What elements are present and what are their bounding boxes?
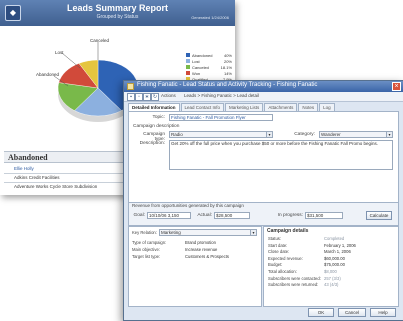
goal-label: Goal: [133,213,145,218]
legend-label: Lost [192,58,200,64]
detail-label: Status: [268,236,282,241]
actions-menu[interactable]: Actions [161,93,176,98]
detail-panel: Topic: Fishing Fanatic - Fall Promotion … [128,111,399,203]
legend-swatch [186,59,190,63]
list-item-value: Increase revenue [185,247,218,252]
pie-label-canceled: Canceled [90,38,110,43]
in-progress-field[interactable]: $31,500 [305,212,343,219]
legend-item: Won 14% [186,70,232,76]
detail-value: $60,000.00 [324,255,345,261]
dialog-toolbar: ▪ ▫ ∗ ↻ Actions Leads > Fishing Fanatic … [124,92,403,102]
topic-label: Topic: [152,115,165,120]
detail-label: Expected revenue: [268,255,303,261]
legend-value: 18.1% [220,64,232,70]
campaign-type-select[interactable]: Radio ▾ [169,131,273,138]
legend-value: 20% [223,58,232,64]
key-relation-label: Key Relation: [132,230,157,235]
cancel-button[interactable]: Cancel [338,308,366,317]
in-progress-label: In progress: [277,213,303,218]
dialog-tabs: Detailed Information Lead Contact Info M… [128,103,336,111]
key-relation-select[interactable]: Marketing ▾ [159,229,257,236]
chevron-down-icon: ▾ [266,132,272,137]
legend-label: Abandoned [192,52,213,58]
close-button[interactable]: × [392,82,401,91]
chevron-down-icon: ▾ [250,230,256,235]
detail-value: 43 (4/3) [324,282,339,288]
description-textarea[interactable]: Get 20% off the full price when you purc… [169,140,393,170]
key-relation-section: Key Relation: Marketing ▾ Type of campai… [128,226,262,307]
detail-value: March 1, 2006 [324,249,351,255]
pie-legend: Abandoned 40% Lost 20% Canceled 18.1% Won 14% Qu… [186,52,232,82]
pie-label-abandoned: Abandoned [36,72,60,77]
report-line-2: Adkins Credit Facilities [14,175,60,180]
detail-label: Subscribers were returned: [268,282,319,288]
attach-icon[interactable]: ∗ [143,93,151,101]
detail-label: Start date: [268,242,288,248]
legend-value: 14% [223,70,232,76]
legend-label: Canceled [192,64,209,70]
legend-swatch [186,65,190,69]
detail-value: $8,000 [324,269,337,274]
report-header-link[interactable]: Generated 1/24/2006 [191,15,229,20]
print-icon[interactable]: ▫ [135,93,143,101]
tab-lead-contact[interactable]: Lead Contact Info [180,103,225,111]
goal-field[interactable]: 10/10/06 3,150 [147,212,191,219]
toolbar-path: Leads > Fishing Fanatic > Lead detail [184,93,260,98]
detail-label: Close date: [268,249,290,255]
list-item-value: Customers & Prospects [185,254,229,259]
calculate-button[interactable]: Calculate [366,211,392,220]
refresh-icon[interactable]: ↻ [151,93,159,101]
campaign-details-section: Campaign details Status: Completed Start d… [263,226,399,307]
key-relation-value: Marketing [161,230,181,235]
report-header: ◆ Leads Summary Report Grouped by Status… [0,0,235,26]
revenue-group-title: Revenue from opportunities generated by … [132,203,244,208]
topic-field[interactable]: Fishing Fanatic - Fall Promotion Flyer [169,114,273,121]
report-line-1[interactable]: Ellie Holly [14,166,34,171]
category-select[interactable]: Wanderer ▾ [319,131,393,138]
category-label: Category: [294,132,315,137]
actual-field[interactable]: $28,500 [214,212,250,219]
campaign-details-heading: Campaign details [267,228,309,234]
detail-value: 257 (3/3) [324,275,341,281]
detail-label: Subscribers were contacted: [268,275,321,281]
tab-marketing-lists[interactable]: Marketing Lists [225,103,264,111]
actual-label: Actual: [197,213,212,218]
pie-label-lost: Lost [55,50,64,55]
chevron-down-icon: ▾ [386,132,392,137]
legend-swatch [186,71,190,75]
description-label: Description: [139,141,165,146]
revenue-group: Revenue from opportunities generated by … [128,202,399,226]
legend-item: Lost 20% [186,58,232,64]
legend-value: 40% [223,52,232,58]
legend-swatch [186,53,190,57]
dialog-title: Fishing Fanatic - Lead Status and Activi… [137,82,318,88]
list-item-value: Brand promotion [185,240,216,245]
list-item-label: Target list type: [132,254,161,259]
dialog-titlebar[interactable]: Fishing Fanatic - Lead Status and Activi… [124,81,403,92]
campaign-description-label: Campaign description [133,124,180,129]
tab-notes[interactable]: Notes [298,103,319,111]
detail-label: Total allocation: [268,269,297,274]
legend-label: Won [192,70,201,76]
detail-value: February 1, 2006 [324,242,356,248]
detail-value: $75,000.00 [324,262,345,268]
legend-item: Canceled 18.1% [186,64,232,70]
help-button[interactable]: Help [370,308,396,317]
tab-detailed-information[interactable]: Detailed Information [128,103,180,111]
campaign-type-value: Radio [171,132,183,137]
detail-label: Budget: [268,262,283,268]
save-icon[interactable]: ▪ [127,93,135,101]
report-title: Leads Summary Report [66,3,169,13]
window-icon [127,83,134,90]
list-item-label: Main objective: [132,247,160,252]
report-line-3: Adventure Works Cycle Store Subdivision [14,184,98,189]
lead-detail-dialog: Fishing Fanatic - Lead Status and Activi… [123,80,403,321]
tab-attachments[interactable]: Attachments [264,103,298,111]
list-item-label: Type of campaign: [132,240,167,245]
ok-button[interactable]: OK [308,308,334,317]
detail-value: Completed [324,236,345,241]
category-value: Wanderer [321,132,341,137]
legend-item: Abandoned 40% [186,52,232,58]
tab-log[interactable]: Log [319,103,335,111]
